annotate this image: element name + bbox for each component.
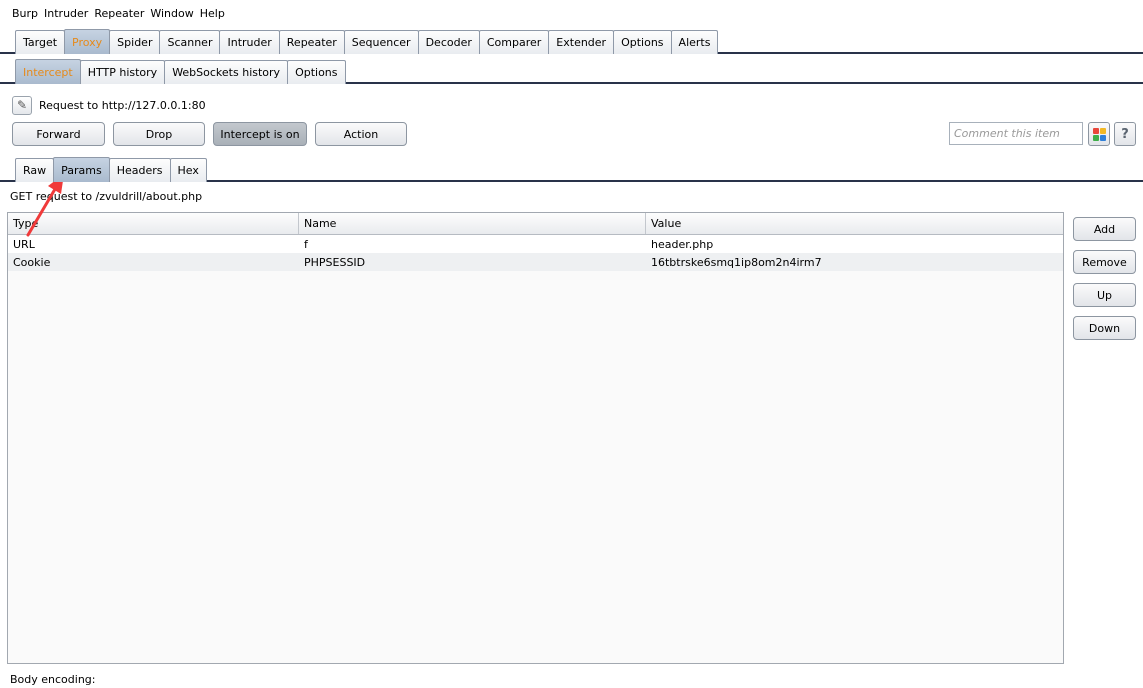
menu-intruder[interactable]: Intruder bbox=[41, 7, 91, 20]
tab-raw[interactable]: Raw bbox=[15, 158, 55, 182]
body-encoding-label: Body encoding: bbox=[10, 673, 96, 686]
message-tab-bar: Raw Params Headers Hex bbox=[0, 156, 1143, 182]
tab-scanner[interactable]: Scanner bbox=[159, 30, 221, 54]
up-button[interactable]: Up bbox=[1073, 283, 1136, 307]
forward-button[interactable]: Forward bbox=[12, 122, 105, 146]
table-header: Type Name Value bbox=[8, 213, 1063, 235]
drop-button[interactable]: Drop bbox=[113, 122, 205, 146]
tab-spider[interactable]: Spider bbox=[109, 30, 161, 54]
intercept-toggle-button[interactable]: Intercept is on bbox=[213, 122, 307, 146]
tab-params[interactable]: Params bbox=[53, 157, 110, 182]
cell-value: header.php bbox=[651, 237, 714, 251]
column-value[interactable]: Value bbox=[646, 213, 1063, 234]
tab-websockets-history[interactable]: WebSockets history bbox=[164, 60, 289, 84]
tab-comparer[interactable]: Comparer bbox=[478, 30, 550, 54]
comment-input[interactable]: Comment this item bbox=[949, 122, 1083, 145]
add-button[interactable]: Add bbox=[1073, 217, 1136, 241]
cell-type: URL bbox=[13, 237, 35, 251]
tab-options[interactable]: Options bbox=[613, 30, 672, 54]
tab-headers[interactable]: Headers bbox=[108, 158, 171, 182]
tab-target[interactable]: Target bbox=[15, 30, 66, 54]
tab-proxy[interactable]: Proxy bbox=[64, 29, 111, 54]
menu-bar: Burp Intruder Repeater Window Help bbox=[0, 0, 1143, 26]
tab-hex[interactable]: Hex bbox=[169, 158, 207, 182]
tab-decoder[interactable]: Decoder bbox=[417, 30, 480, 54]
tab-http-history[interactable]: HTTP history bbox=[79, 60, 166, 84]
highlight-color-button[interactable] bbox=[1088, 122, 1110, 146]
request-summary: GET request to /zvuldrill/about.php bbox=[10, 190, 203, 203]
menu-repeater[interactable]: Repeater bbox=[91, 7, 147, 20]
table-row[interactable]: URL f header.php bbox=[8, 235, 1063, 253]
down-button[interactable]: Down bbox=[1073, 316, 1136, 340]
params-table[interactable]: Type Name Value URL f header.php Cookie … bbox=[7, 212, 1064, 664]
menu-window[interactable]: Window bbox=[147, 7, 196, 20]
column-name[interactable]: Name bbox=[299, 213, 646, 234]
cell-value: 16tbtrske6smq1ip8om2n4irm7 bbox=[651, 255, 822, 269]
tab-alerts[interactable]: Alerts bbox=[670, 30, 719, 54]
cell-name: PHPSESSID bbox=[304, 255, 366, 269]
color-grid-icon bbox=[1092, 127, 1106, 141]
column-type[interactable]: Type bbox=[8, 213, 299, 234]
table-row[interactable]: Cookie PHPSESSID 16tbtrske6smq1ip8om2n4i… bbox=[8, 253, 1063, 271]
tab-extender[interactable]: Extender bbox=[548, 30, 615, 54]
menu-help[interactable]: Help bbox=[197, 7, 228, 20]
help-button[interactable]: ? bbox=[1114, 122, 1136, 146]
tab-intercept[interactable]: Intercept bbox=[15, 59, 81, 84]
action-button[interactable]: Action bbox=[315, 122, 407, 146]
cell-name: f bbox=[304, 237, 308, 251]
tab-repeater[interactable]: Repeater bbox=[278, 30, 345, 54]
menu-burp[interactable]: Burp bbox=[9, 7, 41, 20]
tab-intruder[interactable]: Intruder bbox=[219, 30, 280, 54]
pencil-icon[interactable]: ✎ bbox=[12, 95, 32, 115]
tab-proxy-options[interactable]: Options bbox=[287, 60, 346, 84]
request-target: ✎ Request to http://127.0.0.1:80 bbox=[12, 95, 206, 115]
proxy-tab-bar: Intercept HTTP history WebSockets histor… bbox=[0, 58, 1143, 84]
request-target-label: Request to http://127.0.0.1:80 bbox=[39, 98, 206, 112]
remove-button[interactable]: Remove bbox=[1073, 250, 1136, 274]
main-tab-bar: Target Proxy Spider Scanner Intruder Rep… bbox=[0, 27, 1143, 54]
tab-sequencer[interactable]: Sequencer bbox=[343, 30, 419, 54]
cell-type: Cookie bbox=[13, 255, 51, 269]
